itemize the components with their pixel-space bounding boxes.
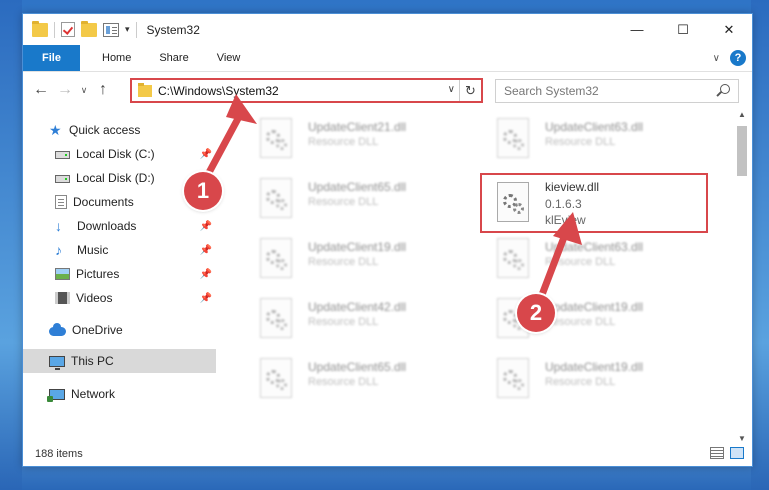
- arrow-to-address-bar: [201, 94, 257, 184]
- arrow-to-kieview-file: [536, 212, 582, 304]
- callout-step-one: 1: [184, 172, 222, 210]
- callout-step-two: 2: [517, 294, 555, 332]
- annotation-arrows: [201, 94, 582, 304]
